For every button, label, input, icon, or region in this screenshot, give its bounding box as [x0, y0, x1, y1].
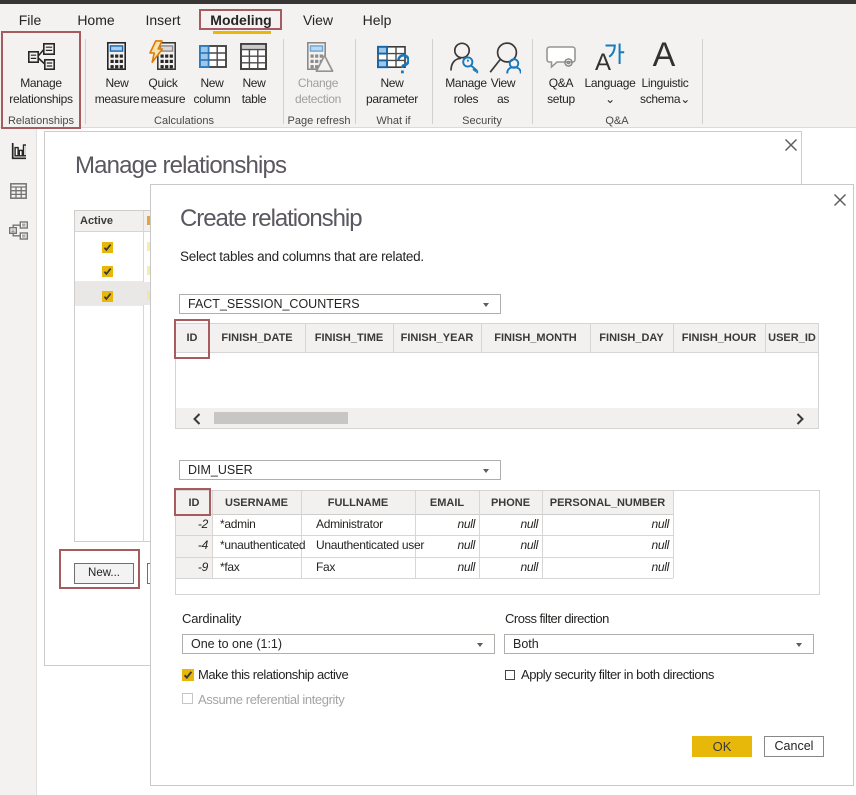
- svg-text:A: A: [595, 49, 611, 71]
